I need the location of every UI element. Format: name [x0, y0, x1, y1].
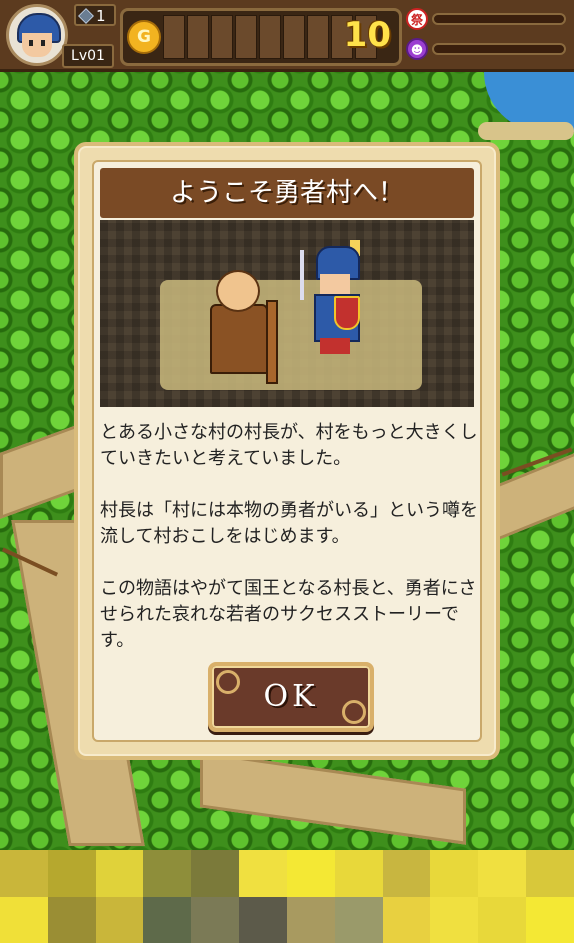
- festival-icon: 祭: [406, 8, 428, 30]
- ad-tile: [191, 850, 240, 897]
- water-area: [478, 72, 574, 140]
- dialog-panel: ようこそ勇者村へ！ とある小さな村の村長が、村をもっと大きくしていきたいと考えて…: [92, 160, 482, 742]
- hero-sprite: [300, 240, 370, 360]
- ad-tile: [239, 896, 287, 943]
- ad-tile: [239, 850, 287, 897]
- coin-bar: G 10: [120, 8, 402, 66]
- demon-gauge: ☻: [406, 38, 568, 60]
- ad-tile: [0, 896, 48, 943]
- status-bar: 1 Lv01 G 10 祭 ☻: [0, 0, 574, 72]
- coin-count: 10: [343, 15, 391, 55]
- ad-banner[interactable]: [0, 850, 574, 943]
- ad-tile: [382, 850, 431, 897]
- dirt-road: [200, 751, 466, 845]
- dialog-title: ようこそ勇者村へ！: [100, 168, 474, 218]
- ad-tile: [430, 896, 479, 943]
- hero-avatar[interactable]: [6, 4, 68, 66]
- story-illustration: [100, 220, 474, 407]
- ad-tile: [191, 896, 240, 943]
- demon-icon: ☻: [406, 38, 428, 60]
- ok-button-label: OK: [263, 679, 319, 714]
- ad-tile: [95, 896, 144, 943]
- gem-counter: 1: [74, 4, 116, 26]
- ad-tile: [47, 896, 96, 943]
- festival-gauge: 祭: [406, 8, 568, 30]
- coin-icon: G: [127, 20, 161, 54]
- ad-tile: [382, 896, 431, 943]
- story-text: とある小さな村の村長が、村をもっと大きくしていきたいと考えていました。 村長は「…: [100, 420, 480, 680]
- ad-tile: [143, 896, 192, 943]
- ok-button[interactable]: OK: [208, 662, 374, 732]
- story-paragraph: この物語はやがて国王となる村長と、勇者にさせられた哀れな若者のサクセスストーリー…: [100, 578, 477, 651]
- ad-tile: [430, 850, 479, 897]
- demon-gauge-track: [432, 43, 566, 55]
- story-paragraph: とある小さな村の村長が、村をもっと大きくしていきたいと考えていました。: [100, 422, 478, 469]
- ad-tile: [286, 850, 335, 897]
- ad-tile: [334, 850, 383, 897]
- ad-tile: [526, 850, 574, 897]
- scene-floor: [160, 280, 422, 390]
- ad-tile: [143, 850, 192, 897]
- level-badge: Lv01: [62, 44, 114, 68]
- gem-icon: [78, 8, 94, 24]
- ad-tile: [95, 850, 144, 897]
- ad-tile: [526, 896, 574, 943]
- ad-tile: [478, 850, 527, 897]
- story-paragraph: 村長は「村には本物の勇者がいる」という噂を流して村おこしをはじめます。: [100, 500, 478, 547]
- welcome-dialog: ようこそ勇者村へ！ とある小さな村の村長が、村をもっと大きくしていきたいと考えて…: [74, 142, 500, 760]
- ad-tile: [334, 896, 383, 943]
- festival-gauge-track: [432, 13, 566, 25]
- village-chief-sprite: [210, 270, 278, 384]
- ad-tile: [47, 850, 96, 897]
- ad-tile: [286, 896, 335, 943]
- ad-tile: [0, 850, 48, 897]
- gem-count: 1: [96, 7, 106, 25]
- ad-tile: [478, 896, 527, 943]
